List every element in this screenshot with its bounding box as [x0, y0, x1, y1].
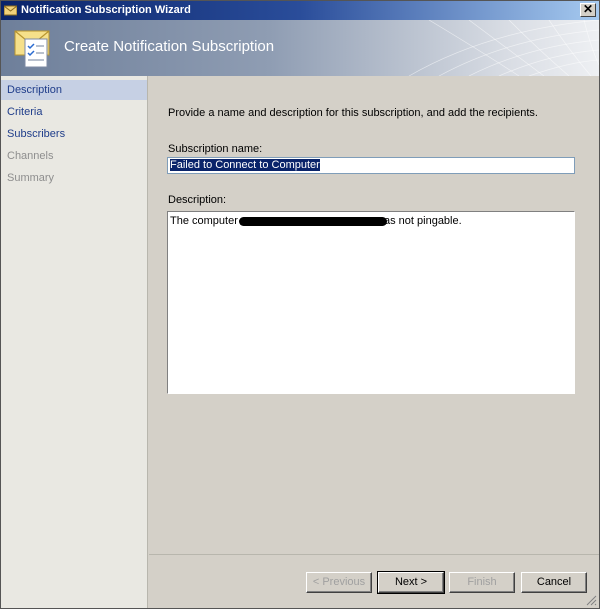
subscription-name-value: Failed to Connect to Computer [170, 159, 320, 171]
next-button[interactable]: Next > [377, 571, 445, 594]
app-icon [4, 5, 17, 16]
step-subscribers[interactable]: Subscribers [1, 124, 147, 144]
step-label: Channels [7, 150, 54, 162]
description-label: Description: [168, 194, 227, 206]
cancel-button[interactable]: Cancel [521, 572, 587, 593]
description-textarea[interactable]: The computer as not pingable. [167, 211, 575, 394]
step-description[interactable]: Description [1, 80, 147, 100]
wizard-steps-sidebar: Description Criteria Subscribers Channel… [1, 76, 148, 608]
close-icon: ✕ [582, 2, 594, 16]
banner-title: Create Notification Subscription [64, 38, 275, 55]
wizard-content: Provide a name and description for this … [149, 76, 599, 554]
subscription-document-icon [14, 30, 50, 68]
wizard-footer: < Previous Next > Finish Cancel [149, 554, 599, 608]
wizard-window: Notification Subscription Wizard ✕ Creat… [0, 0, 600, 609]
step-label: Description [7, 84, 63, 96]
close-button[interactable]: ✕ [580, 3, 596, 17]
previous-button[interactable]: < Previous [306, 572, 372, 593]
step-criteria[interactable]: Criteria [1, 102, 147, 122]
banner-grid-decoration [408, 20, 599, 76]
intro-text: Provide a name and description for this … [168, 107, 538, 119]
step-label: Subscribers [7, 128, 66, 140]
wizard-banner: Create Notification Subscription [1, 20, 599, 76]
redaction-mark [238, 216, 387, 226]
step-label: Criteria [7, 106, 43, 118]
subscription-name-label: Subscription name: [168, 143, 263, 155]
window-title: Notification Subscription Wizard [21, 4, 191, 16]
step-channels: Channels [1, 146, 147, 166]
finish-button[interactable]: Finish [449, 572, 515, 593]
subscription-name-input[interactable]: Failed to Connect to Computer [167, 157, 575, 174]
step-label: Summary [7, 172, 55, 184]
title-bar[interactable]: Notification Subscription Wizard ✕ [1, 1, 599, 20]
resize-grip-icon[interactable] [585, 594, 597, 606]
description-text-start: The computer [170, 215, 238, 227]
step-summary: Summary [1, 168, 147, 188]
description-text-end: as not pingable. [384, 215, 462, 227]
